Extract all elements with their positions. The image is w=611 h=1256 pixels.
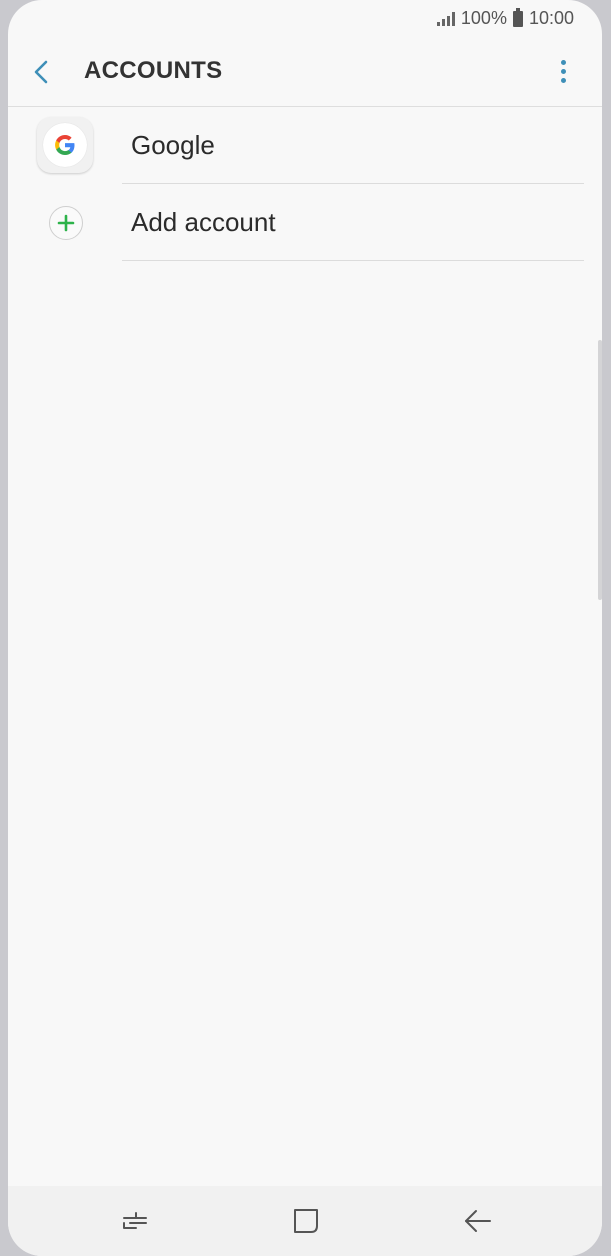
status-time: 10:00	[528, 8, 574, 28]
navigation-bar	[8, 1186, 602, 1256]
screen: 100% 10:00 ACCOUNTS Google Add account	[8, 0, 602, 1256]
signal-icon	[436, 11, 455, 26]
list-item-label: Add account	[131, 207, 276, 237]
edge-panel-handle[interactable]	[598, 340, 602, 600]
back-arrow-icon	[465, 1210, 491, 1232]
chevron-left-icon	[34, 60, 48, 84]
nav-back-button[interactable]	[458, 1204, 498, 1238]
list-item-add-account[interactable]: Add account	[8, 184, 602, 261]
status-bar: 100% 10:00	[8, 0, 602, 38]
home-button[interactable]	[286, 1204, 326, 1238]
divider	[122, 260, 584, 261]
battery-percent: 100%	[460, 8, 507, 28]
battery-icon	[512, 7, 523, 27]
status-indicators: 100% 10:00	[436, 7, 574, 29]
recent-apps-icon	[123, 1212, 147, 1229]
device-frame: 100% 10:00 ACCOUNTS Google Add account	[0, 0, 611, 1256]
page-title: ACCOUNTS	[84, 57, 223, 84]
app-bar: ACCOUNTS	[8, 38, 602, 107]
home-icon	[294, 1209, 318, 1233]
more-options-button[interactable]	[548, 54, 578, 90]
recents-button[interactable]	[116, 1204, 156, 1238]
add-circle-icon	[49, 206, 83, 240]
back-button[interactable]	[26, 52, 60, 92]
list-item-google[interactable]: Google	[8, 107, 602, 184]
google-icon	[37, 117, 93, 173]
list-item-label: Google	[131, 130, 215, 160]
